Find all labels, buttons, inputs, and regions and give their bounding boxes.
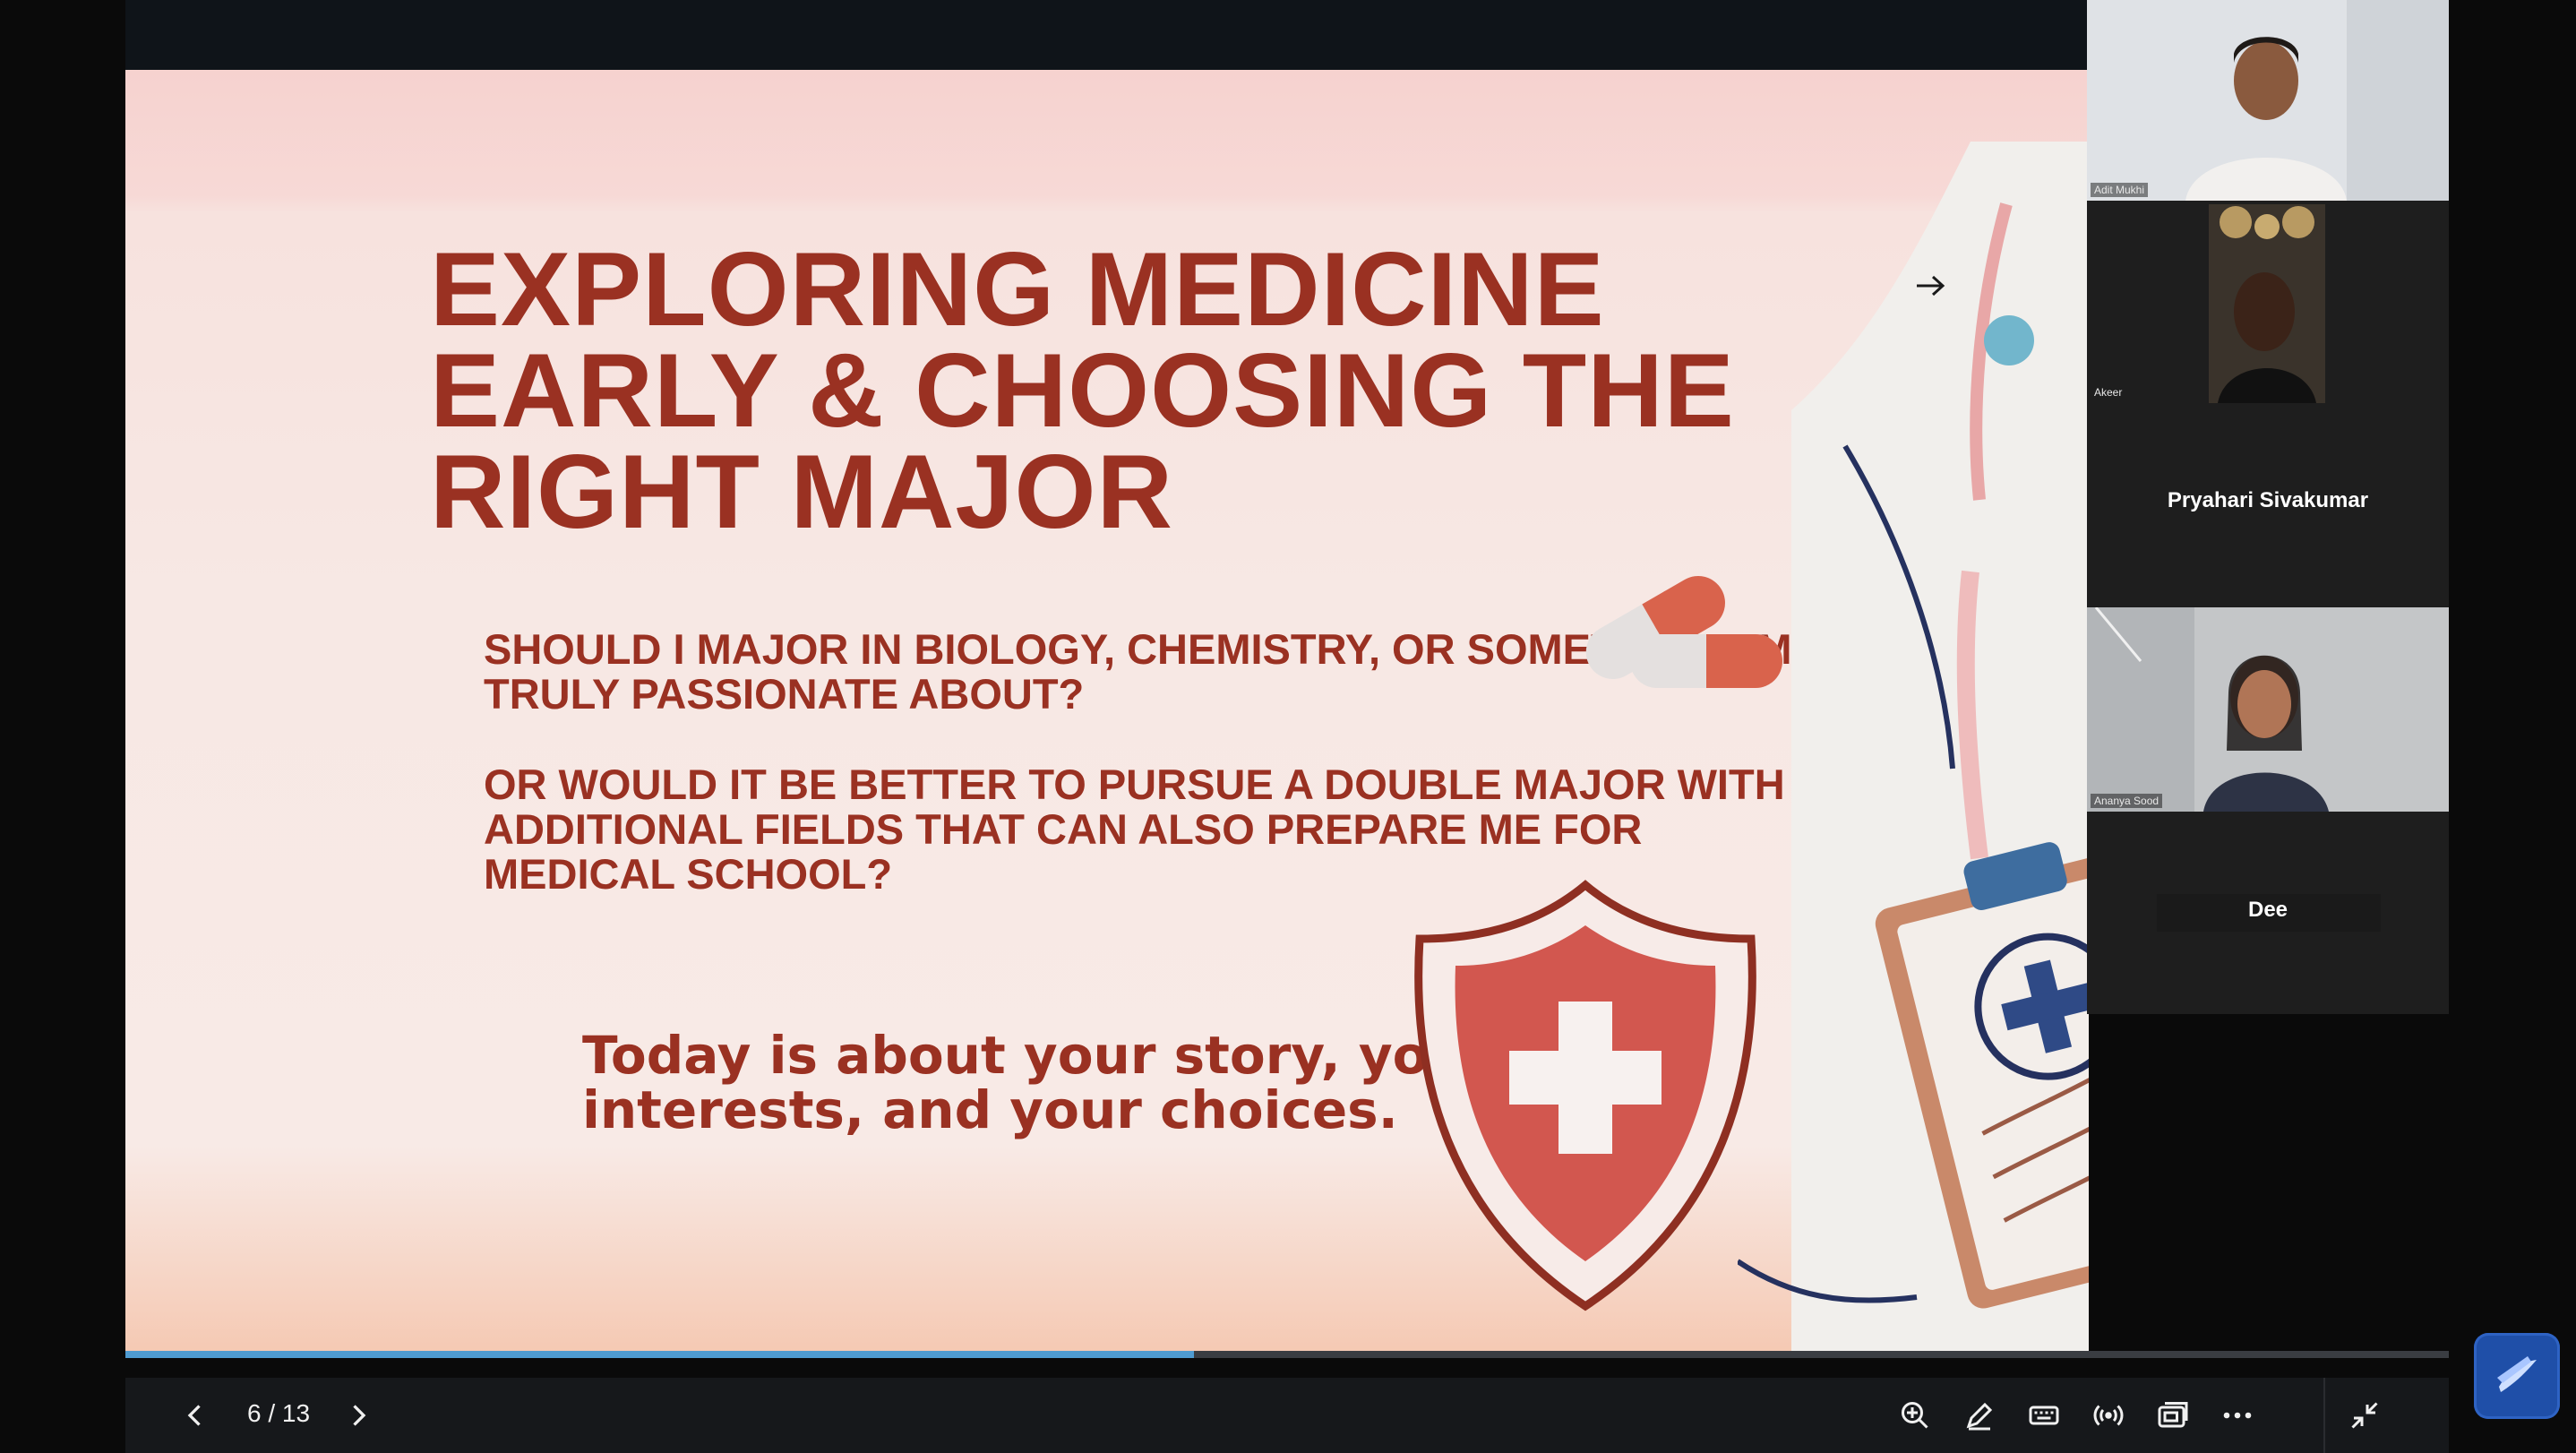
participant-tile-pryahari[interactable]: Pryahari Sivakumar (2087, 405, 2449, 607)
participant-name-label: Pryahari Sivakumar (2167, 488, 2369, 512)
participant-video (2087, 0, 2449, 201)
picture-in-picture-button[interactable] (2151, 1394, 2194, 1437)
page-indicator: 6 / 13 (247, 1399, 311, 1427)
pen-icon (1966, 1402, 1993, 1431)
annotate-button[interactable] (1958, 1394, 2001, 1437)
picture-in-picture-icon (2158, 1402, 2188, 1428)
presentation-controls: 6 / 13 (125, 1378, 2449, 1453)
participant-tile-dee[interactable]: Dee (2087, 812, 2449, 1014)
participant-tile-akeer[interactable]: Akeer (2087, 201, 2449, 405)
zoom-in-icon (1902, 1402, 1928, 1429)
broadcast-button[interactable] (2087, 1394, 2130, 1437)
next-slide-button[interactable] (337, 1394, 380, 1437)
app-logo-button[interactable] (2474, 1333, 2560, 1419)
pills-icon (1585, 575, 1782, 688)
participant-name-label: Ananya Sood (2091, 794, 2163, 808)
zoom-button[interactable] (1893, 1394, 1936, 1437)
cursor-arrow-icon (1917, 275, 1945, 297)
participant-tile-ananya[interactable]: Ananya Sood (2087, 607, 2449, 812)
participant-name-label: Adit Mukhi (2091, 183, 2149, 197)
slide-progress-fill (125, 1351, 1195, 1358)
presentation-top-bar (125, 0, 2089, 70)
participant-name-label: Akeer (2094, 386, 2123, 399)
more-icon (2223, 1412, 2252, 1419)
medical-shield-icon (1414, 880, 1756, 1311)
broadcast-icon (2093, 1405, 2124, 1426)
participant-video (2209, 204, 2325, 403)
presentation-slide: EXPLORING MEDICINE EARLY & CHOOSING THE … (125, 70, 2089, 1353)
keyboard-icon (2029, 1406, 2059, 1425)
chevron-left-icon (187, 1405, 201, 1426)
exit-fullscreen-button[interactable] (2343, 1394, 2386, 1437)
participant-video (2087, 607, 2449, 812)
keyboard-shortcuts-button[interactable] (2022, 1394, 2065, 1437)
slide-title: EXPLORING MEDICINE EARLY & CHOOSING THE … (430, 230, 1735, 550)
previous-slide-button[interactable] (174, 1394, 217, 1437)
chevron-right-icon (353, 1405, 366, 1426)
participant-tile-adit[interactable]: Adit Mukhi (2087, 0, 2449, 201)
app-logo-icon (2497, 1356, 2537, 1392)
more-options-button[interactable] (2216, 1394, 2259, 1437)
participant-name-label: Dee (2247, 898, 2288, 922)
exit-fullscreen-icon (2351, 1402, 2378, 1429)
